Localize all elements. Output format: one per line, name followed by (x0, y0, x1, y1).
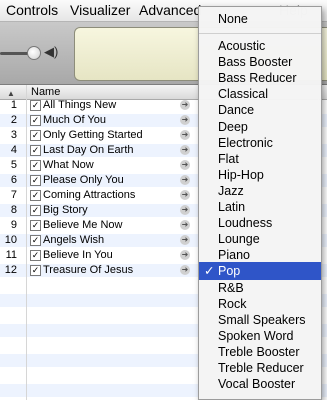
track-number: 8 (10, 204, 17, 216)
track-checkbox[interactable]: ✓ (30, 130, 41, 141)
column-name-header[interactable]: Name (27, 85, 201, 99)
eq-option-label: Electronic (218, 135, 273, 150)
arrow-right-circle-icon[interactable]: ➜ (180, 145, 190, 155)
track-number: 7 (10, 189, 17, 201)
eq-option-none[interactable]: None (199, 10, 321, 28)
eq-option-label: Treble Booster (218, 344, 300, 359)
track-title: Big Story (43, 204, 88, 216)
track-number: 12 (4, 264, 17, 276)
eq-option-label: Vocal Booster (218, 377, 296, 392)
eq-option-label: Jazz (218, 183, 244, 198)
arrow-right-circle-icon[interactable]: ➜ (180, 130, 190, 140)
track-checkbox[interactable]: ✓ (30, 265, 41, 276)
track-number: 9 (10, 219, 17, 231)
track-title: Believe In You (43, 249, 113, 261)
eq-option-label: Bass Reducer (218, 71, 297, 86)
track-title: All Things New (43, 99, 117, 111)
eq-option-vocal-booster[interactable]: Vocal Booster (199, 375, 321, 393)
eq-option-label: Dance (218, 103, 255, 118)
eq-option-label: Classical (218, 87, 269, 102)
eq-option-label: Deep (218, 119, 248, 134)
menu-advanced[interactable]: Advanced (139, 2, 201, 18)
eq-option-label: Lounge (218, 232, 260, 247)
track-checkbox[interactable]: ✓ (30, 220, 41, 231)
eq-option-label: Latin (218, 200, 246, 214)
track-checkbox[interactable]: ✓ (30, 145, 41, 156)
speaker-icon: ◀) (44, 44, 59, 59)
eq-option-label: R&B (218, 280, 244, 295)
track-title: Last Day On Earth (43, 144, 134, 156)
arrow-right-circle-icon[interactable]: ➜ (180, 220, 190, 230)
eq-option-label: Flat (218, 151, 239, 166)
track-number: 1 (10, 99, 17, 111)
eq-option-label: Acoustic (218, 39, 266, 53)
track-checkbox[interactable]: ✓ (30, 160, 41, 171)
track-title: Please Only You (43, 174, 124, 186)
track-title: What Now (43, 159, 94, 171)
eq-option-label: Spoken Word (218, 328, 294, 343)
column-number-header[interactable]: ▲ (0, 85, 27, 99)
track-checkbox[interactable]: ✓ (30, 100, 41, 111)
track-checkbox[interactable]: ✓ (30, 205, 41, 216)
track-number: 11 (5, 249, 17, 261)
arrow-right-circle-icon[interactable]: ➜ (180, 160, 190, 170)
column-divider (26, 85, 27, 400)
arrow-right-circle-icon[interactable]: ➜ (180, 100, 190, 110)
eq-option-label: Treble Reducer (218, 361, 304, 375)
track-title: Treasure Of Jesus (43, 264, 134, 276)
eq-option-label: Bass Booster (218, 55, 293, 70)
arrow-right-circle-icon[interactable]: ➜ (180, 205, 190, 215)
track-number: 3 (10, 129, 17, 141)
track-checkbox[interactable]: ✓ (30, 115, 41, 126)
track-number: 4 (10, 144, 17, 156)
track-checkbox[interactable]: ✓ (30, 190, 41, 201)
track-title: Angels Wish (43, 234, 105, 246)
eq-option-label: Rock (218, 296, 247, 311)
menu-visualizer[interactable]: Visualizer (70, 2, 130, 18)
track-number: 6 (10, 174, 17, 186)
arrow-right-circle-icon[interactable]: ➜ (180, 265, 190, 275)
eq-option-label: Piano (218, 248, 250, 263)
eq-option-label: Loudness (218, 216, 273, 231)
menu-controls[interactable]: Controls (6, 2, 58, 18)
track-title: Coming Attractions (43, 189, 136, 201)
arrow-right-circle-icon[interactable]: ➜ (180, 235, 190, 245)
menu-separator (199, 33, 321, 34)
arrow-right-circle-icon[interactable]: ➜ (180, 190, 190, 200)
track-title: Believe Me Now (43, 219, 123, 231)
track-title: Much Of You (43, 114, 106, 126)
equalizer-preset-menu: None Acoustic Bass Booster Bass Reducer Cla… (198, 6, 322, 400)
track-number: 10 (4, 234, 17, 246)
arrow-right-circle-icon[interactable]: ➜ (180, 175, 190, 185)
arrow-right-circle-icon[interactable]: ➜ (180, 250, 190, 260)
arrow-right-circle-icon[interactable]: ➜ (180, 115, 190, 125)
track-checkbox[interactable]: ✓ (30, 175, 41, 186)
volume-slider-track[interactable] (0, 52, 30, 55)
eq-option-label: Hip-Hop (218, 167, 264, 182)
track-number: 5 (10, 159, 17, 171)
eq-option-label: Small Speakers (218, 312, 306, 327)
track-checkbox[interactable]: ✓ (30, 235, 41, 246)
eq-option-label: Pop (218, 264, 241, 279)
track-title: Only Getting Started (43, 129, 143, 141)
track-checkbox[interactable]: ✓ (30, 250, 41, 261)
volume-slider-knob[interactable] (27, 46, 41, 60)
track-number: 2 (10, 114, 17, 126)
